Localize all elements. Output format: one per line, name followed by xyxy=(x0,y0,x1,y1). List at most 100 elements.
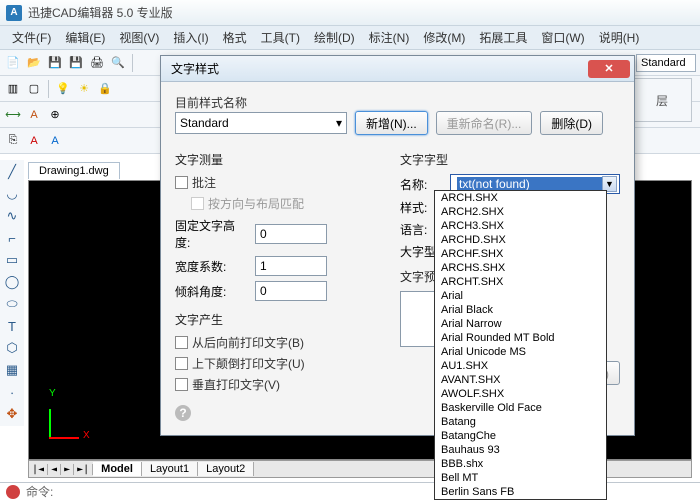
ellipse-tool-icon[interactable]: ⬭ xyxy=(2,294,22,314)
font-option[interactable]: Bauhaus 93 xyxy=(435,443,606,457)
open-icon[interactable]: 📂 xyxy=(25,54,43,72)
menu-file[interactable]: 文件(F) xyxy=(6,27,57,48)
dim3-icon[interactable]: ⊕ xyxy=(46,106,64,124)
width-input[interactable] xyxy=(255,256,327,276)
line-tool-icon[interactable]: ╱ xyxy=(2,162,22,182)
new-button[interactable]: 新增(N)... xyxy=(355,111,428,135)
vertical-checkbox[interactable]: 垂直打印文字(V) xyxy=(175,376,382,393)
tool-a-icon[interactable]: A xyxy=(25,132,43,150)
close-button[interactable]: ✕ xyxy=(588,60,630,78)
menu-ext[interactable]: 拓展工具 xyxy=(473,27,533,48)
font-option[interactable]: BatangChe xyxy=(435,429,606,443)
font-option[interactable]: Arial Unicode MS xyxy=(435,345,606,359)
current-style-select[interactable]: Standard▾ xyxy=(175,112,347,134)
layout-tab-2[interactable]: Layout2 xyxy=(198,462,254,476)
font-dropdown-list[interactable]: ARCH.SHXARCH2.SHXARCH3.SHXARCHD.SHXARCHF… xyxy=(434,190,607,500)
menu-modify[interactable]: 修改(M) xyxy=(417,27,471,48)
font-option[interactable]: Arial xyxy=(435,289,606,303)
bulb-icon[interactable]: 💡 xyxy=(54,80,72,98)
menu-insert[interactable]: 插入(I) xyxy=(167,27,214,48)
font-option[interactable]: ARCHT.SHX xyxy=(435,275,606,289)
font-option[interactable]: ARCHS.SHX xyxy=(435,261,606,275)
menubar: 文件(F) 编辑(E) 视图(V) 插入(I) 格式 工具(T) 绘制(D) 标… xyxy=(0,26,700,50)
font-option[interactable]: BBB.shx xyxy=(435,457,606,471)
window-title: 迅捷CAD编辑器 5.0 专业版 xyxy=(28,4,173,21)
tool-a2-icon[interactable]: A xyxy=(46,132,64,150)
dialog-titlebar[interactable]: 文字样式 ✕ xyxy=(161,56,634,82)
help-icon[interactable]: ? xyxy=(175,405,191,421)
font-option[interactable]: ARCHF.SHX xyxy=(435,247,606,261)
menu-view[interactable]: 视图(V) xyxy=(113,27,165,48)
font-option[interactable]: AWOLF.SHX xyxy=(435,387,606,401)
style-input[interactable] xyxy=(636,54,696,72)
window-titlebar: A 迅捷CAD编辑器 5.0 专业版 xyxy=(0,0,700,26)
pan-tool-icon[interactable]: ✥ xyxy=(2,404,22,424)
doc-tab[interactable]: Drawing1.dwg xyxy=(28,162,120,179)
menu-help[interactable]: 说明(H) xyxy=(593,27,646,48)
current-style-value: Standard xyxy=(180,116,229,130)
point-tool-icon[interactable]: ∙ xyxy=(2,382,22,402)
polyline-tool-icon[interactable]: ⌐ xyxy=(2,228,22,248)
measure-group-label: 文字测量 xyxy=(175,151,382,168)
menu-format[interactable]: 格式 xyxy=(217,27,253,48)
ucs-x-label: X xyxy=(83,430,90,441)
backwards-checkbox[interactable]: 从后向前打印文字(B) xyxy=(175,334,382,351)
polygon-tool-icon[interactable]: ⬡ xyxy=(2,338,22,358)
font-option[interactable]: Berlin Sans FB xyxy=(435,485,606,499)
dialog-title: 文字样式 xyxy=(171,60,219,77)
xref-icon[interactable]: ⎘ xyxy=(4,132,22,150)
font-option[interactable]: ARCHD.SHX xyxy=(435,233,606,247)
font-option[interactable]: Arial Narrow xyxy=(435,317,606,331)
font-option[interactable]: Bell MT xyxy=(435,471,606,485)
layout-nav-prev[interactable]: ◄ xyxy=(48,464,61,475)
delete-button[interactable]: 删除(D) xyxy=(540,111,603,135)
font-option[interactable]: AU1.SHX xyxy=(435,359,606,373)
font-group-label: 文字字型 xyxy=(400,151,620,168)
menu-window[interactable]: 窗口(W) xyxy=(535,27,590,48)
circle-tool-icon[interactable]: ◯ xyxy=(2,272,22,292)
rename-button[interactable]: 重新命名(R)... xyxy=(436,111,533,135)
layout-nav-next[interactable]: ► xyxy=(61,464,74,475)
print-icon[interactable]: 🖨 xyxy=(88,54,106,72)
font-option[interactable]: Batang xyxy=(435,415,606,429)
height-input[interactable] xyxy=(255,224,327,244)
menu-dim[interactable]: 标注(N) xyxy=(363,27,416,48)
dim-icon[interactable]: ⟷ xyxy=(4,106,22,124)
new-icon[interactable]: 📄 xyxy=(4,54,22,72)
font-option[interactable]: Baskerville Old Face xyxy=(435,401,606,415)
layers-label: 层 xyxy=(656,92,668,109)
annotative-checkbox[interactable]: 批注 xyxy=(175,174,382,191)
font-option[interactable]: ARCH.SHX xyxy=(435,191,606,205)
arc-tool-icon[interactable]: ◡ xyxy=(2,184,22,204)
ucs-icon: Y X xyxy=(49,388,89,439)
layout-tab-model[interactable]: Model xyxy=(93,462,142,476)
dim2-icon[interactable]: A xyxy=(25,106,43,124)
hatch-tool-icon[interactable]: ▦ xyxy=(2,360,22,380)
color-icon[interactable]: ▢ xyxy=(25,80,43,98)
preview-icon[interactable]: 🔍 xyxy=(109,54,127,72)
app-icon: A xyxy=(6,5,22,21)
font-option[interactable]: ARCH2.SHX xyxy=(435,205,606,219)
menu-draw[interactable]: 绘制(D) xyxy=(308,27,361,48)
layout-nav-last[interactable]: ►| xyxy=(74,464,93,475)
layout-tab-1[interactable]: Layout1 xyxy=(142,462,198,476)
rect-tool-icon[interactable]: ▭ xyxy=(2,250,22,270)
text-tool-icon[interactable]: T xyxy=(2,316,22,336)
lock-icon[interactable]: 🔒 xyxy=(96,80,114,98)
font-option[interactable]: Arial Black xyxy=(435,303,606,317)
freeze-icon[interactable]: ☀ xyxy=(75,80,93,98)
menu-edit[interactable]: 编辑(E) xyxy=(59,27,111,48)
saveall-icon[interactable]: 💾 xyxy=(67,54,85,72)
save-icon[interactable]: 💾 xyxy=(46,54,64,72)
separator xyxy=(48,80,49,98)
oblique-input[interactable] xyxy=(255,281,327,301)
font-option[interactable]: Arial Rounded MT Bold xyxy=(435,331,606,345)
spline-tool-icon[interactable]: ∿ xyxy=(2,206,22,226)
menu-tools[interactable]: 工具(T) xyxy=(255,27,306,48)
font-option[interactable]: AVANT.SHX xyxy=(435,373,606,387)
font-option[interactable]: ARCH3.SHX xyxy=(435,219,606,233)
match-orient-checkbox: 按方向与布局匹配 xyxy=(191,195,382,212)
upside-checkbox[interactable]: 上下颠倒打印文字(U) xyxy=(175,355,382,372)
layout-nav-first[interactable]: |◄ xyxy=(29,464,48,475)
layer-icon[interactable]: ▥ xyxy=(4,80,22,98)
